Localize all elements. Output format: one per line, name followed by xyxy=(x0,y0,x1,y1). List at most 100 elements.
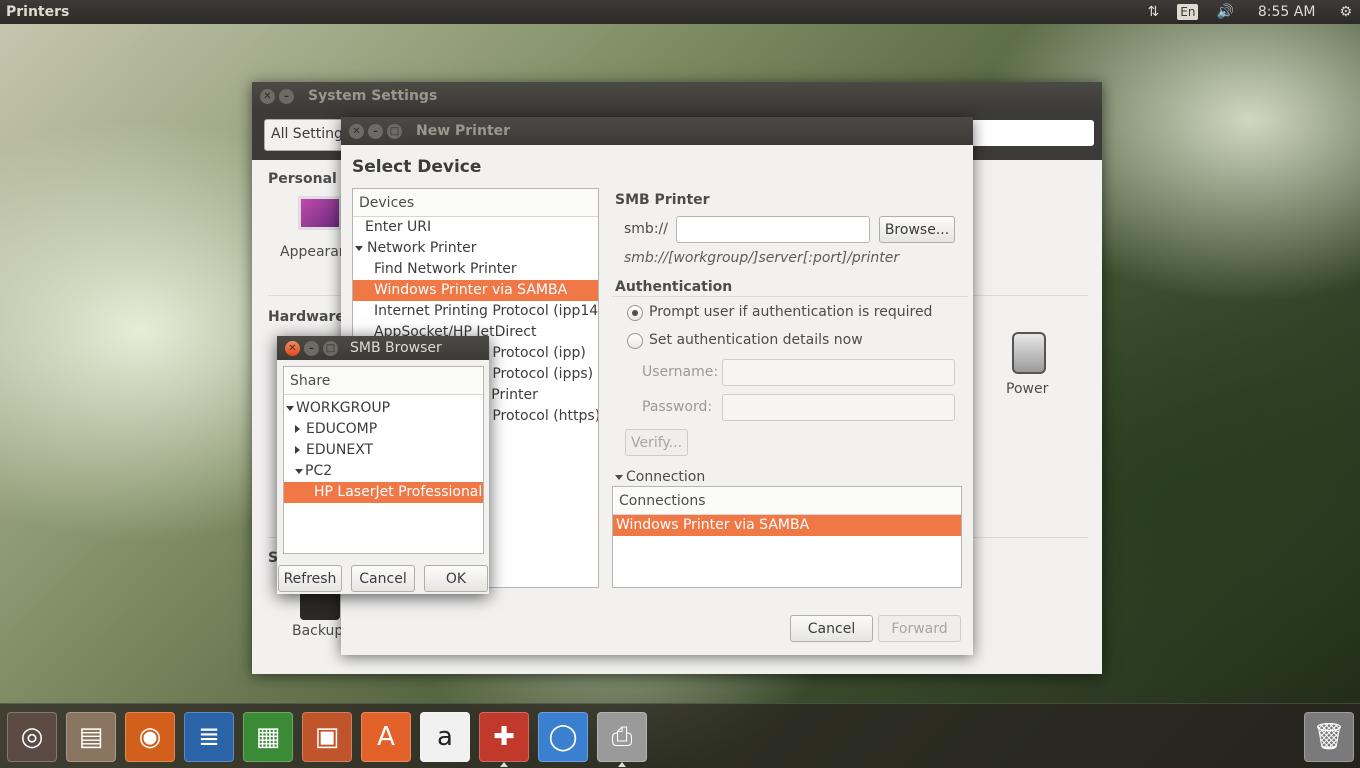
connections-list[interactable]: Connections Windows Printer via SAMBA xyxy=(612,486,962,588)
chromium-icon[interactable]: ◯ xyxy=(538,712,588,762)
authentication-heading: Authentication xyxy=(615,279,733,295)
tree-item[interactable]: WORKGROUP xyxy=(284,398,483,419)
appearance-label[interactable]: Appearance xyxy=(280,244,342,260)
tree-item[interactable]: HP LaserJet Professional xyxy=(284,482,483,503)
list-item-label: Internet Printing Protocol (ipp14) xyxy=(374,303,599,319)
auth-prompt-label[interactable]: Prompt user if authentication is require… xyxy=(649,304,932,320)
trash-icon[interactable]: 🗑 xyxy=(1304,712,1354,762)
smb-printer-heading: SMB Printer xyxy=(615,192,710,208)
list-item[interactable]: Enter URI xyxy=(353,217,598,238)
refresh-button[interactable]: Refresh xyxy=(278,565,342,592)
share-tree[interactable]: Share WORKGROUP EDUCOMP EDUNEXT PC2 HP Laser… xyxy=(283,366,484,554)
username-field[interactable] xyxy=(722,359,955,386)
system-settings-titlebar: ✕ – System Settings xyxy=(252,82,1102,110)
close-icon[interactable]: ✕ xyxy=(260,88,275,104)
auth-set-now-radio[interactable] xyxy=(627,333,643,349)
share-rows: WORKGROUP EDUCOMP EDUNEXT PC2 HP LaserJet Pr… xyxy=(284,395,483,503)
smb-browser-dialog: ✕ – □ SMB Browser Share WORKGROUP EDUCOMP… xyxy=(277,336,489,594)
smb-uri-hint: smb://[workgroup/]server[:port]/printer xyxy=(624,250,900,266)
power-icon[interactable] xyxy=(1012,332,1046,374)
window-title: SMB Browser xyxy=(350,340,442,356)
smb-browser-titlebar: ✕ – □ SMB Browser xyxy=(277,336,489,360)
auth-prompt-radio[interactable] xyxy=(627,305,643,321)
expander-right-icon[interactable] xyxy=(295,446,300,454)
expander-down-icon[interactable] xyxy=(355,245,363,251)
expander-right-icon[interactable] xyxy=(295,425,300,433)
network-icon[interactable]: ⇅ xyxy=(1148,4,1160,20)
section-personal: Personal xyxy=(268,171,337,187)
cancel-button[interactable]: Cancel xyxy=(351,565,415,592)
list-item-label: Network Printer xyxy=(367,240,477,256)
list-item[interactable]: Find Network Printer xyxy=(353,259,598,280)
calc-icon[interactable]: ▦ xyxy=(243,712,293,762)
list-item-label: Enter URI xyxy=(365,219,432,235)
share-column-header[interactable]: Share xyxy=(284,367,483,395)
printers-icon[interactable]: ⎙ xyxy=(597,712,647,762)
backup-label[interactable]: Backup xyxy=(292,623,343,639)
connection-expander-label: Connection xyxy=(626,469,706,485)
smb-prefix-label: smb:// xyxy=(624,221,668,237)
password-label: Password: xyxy=(642,399,713,415)
launcher: ◎ ▤ ◉ ≣ ▦ ▣ Aa ✚ ◯ ⎙ 🗑 xyxy=(0,703,1360,768)
divider xyxy=(612,296,968,297)
list-item[interactable]: Windows Printer via SAMBA xyxy=(613,515,961,536)
username-label: Username: xyxy=(642,364,719,380)
tree-item-label: EDUNEXT xyxy=(306,442,374,458)
cancel-button[interactable]: Cancel xyxy=(790,615,873,642)
volume-icon[interactable]: 🔊 xyxy=(1216,4,1233,20)
writer-icon[interactable]: ≣ xyxy=(184,712,234,762)
impress-icon[interactable]: ▣ xyxy=(302,712,352,762)
smb-browser-body: Share WORKGROUP EDUCOMP EDUNEXT PC2 HP Laser… xyxy=(277,360,489,594)
ok-button[interactable]: OK xyxy=(424,565,488,592)
expander-down-icon[interactable] xyxy=(295,468,303,474)
section-hardware: Hardware xyxy=(268,309,345,325)
active-app-title: Printers xyxy=(6,4,70,20)
dash-home-icon[interactable]: ◎ xyxy=(7,712,57,762)
tree-item[interactable]: EDUNEXT xyxy=(284,440,483,461)
power-label[interactable]: Power xyxy=(1006,381,1048,397)
browse-button[interactable]: Browse... xyxy=(879,216,955,243)
minimize-icon[interactable]: – xyxy=(279,88,294,104)
firefox-icon[interactable]: ◉ xyxy=(125,712,175,762)
list-item[interactable]: Internet Printing Protocol (ipp14) xyxy=(353,301,598,322)
software-center-icon[interactable]: A xyxy=(361,712,411,762)
tree-item[interactable]: PC2 xyxy=(284,461,483,482)
amazon-icon[interactable]: a xyxy=(420,712,470,762)
devices-column-header[interactable]: Devices xyxy=(353,189,598,217)
minimize-icon[interactable]: – xyxy=(368,123,383,139)
chevron-down-icon xyxy=(615,474,623,480)
search-input[interactable] xyxy=(964,120,1094,146)
connection-expander[interactable]: Connection xyxy=(615,469,705,485)
files-icon[interactable]: ▤ xyxy=(66,712,116,762)
list-item[interactable]: Windows Printer via SAMBA xyxy=(353,280,598,301)
running-indicator xyxy=(618,762,626,767)
minimize-icon[interactable]: – xyxy=(304,340,319,356)
list-item[interactable]: Network Printer xyxy=(353,238,598,259)
maximize-icon[interactable]: □ xyxy=(323,340,338,356)
new-printer-titlebar: ✕ – □ New Printer xyxy=(341,117,973,145)
connections-column-header[interactable]: Connections xyxy=(613,487,961,515)
verify-button[interactable]: Verify... xyxy=(625,429,688,456)
keyboard-layout-indicator[interactable]: En xyxy=(1177,4,1199,20)
expander-down-icon[interactable] xyxy=(286,405,294,411)
tree-item-label: EDUCOMP xyxy=(306,421,378,437)
forward-button[interactable]: Forward xyxy=(878,615,961,642)
tree-item-label: PC2 xyxy=(305,463,333,479)
appearance-icon[interactable] xyxy=(298,196,342,230)
gear-icon[interactable]: ⚙ xyxy=(1339,4,1352,20)
top-panel: Printers ⇅ En 🔊 8:55 AM ⚙ xyxy=(0,0,1360,24)
clock[interactable]: 8:55 AM xyxy=(1258,4,1316,20)
smb-uri-input[interactable] xyxy=(676,216,870,243)
tree-item[interactable]: EDUCOMP xyxy=(284,419,483,440)
password-field[interactable] xyxy=(722,394,955,421)
system-settings-icon[interactable]: ✚ xyxy=(479,712,529,762)
list-item-label: Windows Printer via SAMBA xyxy=(374,282,568,298)
page-title: Select Device xyxy=(352,157,482,177)
auth-set-now-label[interactable]: Set authentication details now xyxy=(649,332,863,348)
maximize-icon[interactable]: □ xyxy=(387,123,402,139)
tree-item-label: WORKGROUP xyxy=(296,400,391,416)
close-icon[interactable]: ✕ xyxy=(285,340,300,356)
running-indicator xyxy=(500,762,508,767)
window-title: New Printer xyxy=(416,123,511,139)
close-icon[interactable]: ✕ xyxy=(349,123,364,139)
